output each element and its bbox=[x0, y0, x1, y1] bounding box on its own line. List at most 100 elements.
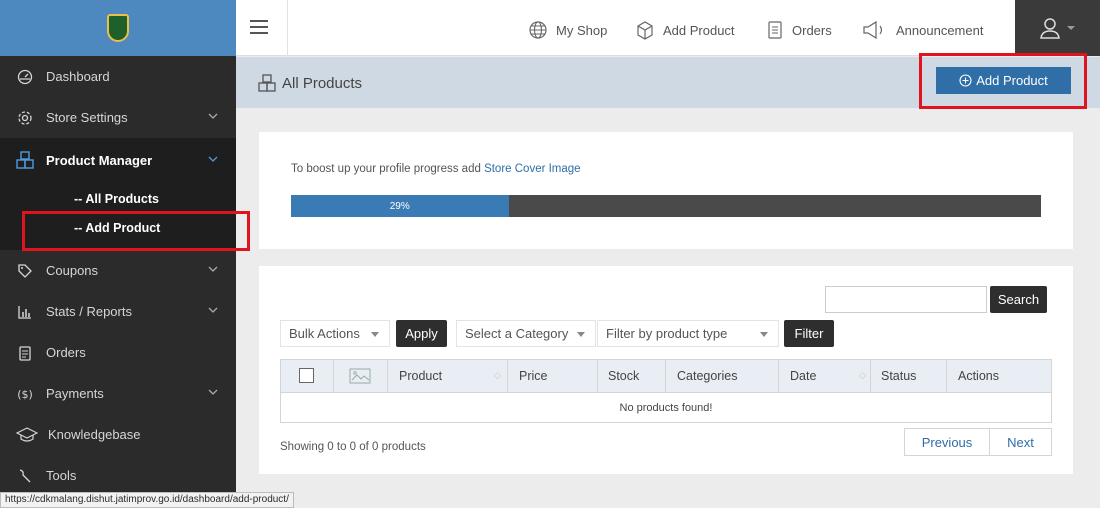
column-header-status: Status bbox=[881, 369, 917, 383]
chart-icon bbox=[16, 303, 34, 321]
top-link-label: My Shop bbox=[556, 22, 608, 38]
product-type-value: Filter by product type bbox=[606, 326, 728, 341]
top-link-add-product[interactable]: Add Product bbox=[635, 20, 735, 40]
table-header: Product ◇ Price Stock Categories Date ◇ … bbox=[281, 360, 1051, 392]
search-input[interactable] bbox=[825, 286, 987, 313]
menu-toggle-icon[interactable] bbox=[250, 20, 268, 34]
bulk-actions-value: Bulk Actions bbox=[289, 326, 360, 341]
highlight-box-sidebar bbox=[22, 211, 250, 251]
column-header-categories: Categories bbox=[677, 369, 738, 383]
box-icon bbox=[637, 21, 653, 40]
sidebar-item-label: Store Settings bbox=[46, 110, 128, 125]
next-button[interactable]: Next bbox=[989, 428, 1052, 456]
sidebar: Dashboard Store Settings Product Manager… bbox=[0, 0, 236, 508]
sidebar-item-dashboard[interactable]: Dashboard bbox=[0, 56, 236, 97]
user-icon bbox=[1040, 18, 1060, 39]
sidebar-item-label: Knowledgebase bbox=[48, 427, 141, 442]
filter-button[interactable]: Filter bbox=[784, 320, 834, 347]
product-type-select[interactable]: Filter by product type bbox=[597, 320, 779, 347]
select-all-checkbox[interactable] bbox=[299, 368, 314, 383]
column-header-product[interactable]: Product bbox=[399, 369, 442, 383]
progress-percent: 29% bbox=[389, 200, 410, 212]
chevron-down-icon bbox=[208, 156, 218, 162]
sidebar-item-label: Tools bbox=[46, 468, 77, 483]
top-link-orders[interactable]: Orders bbox=[766, 20, 832, 40]
profile-progress-bar: 29% bbox=[291, 195, 1041, 217]
divider bbox=[870, 360, 871, 392]
sidebar-item-product-manager[interactable]: Product Manager bbox=[0, 138, 236, 182]
svg-text:($): ($) bbox=[17, 388, 33, 401]
top-link-my-shop[interactable]: My Shop bbox=[528, 20, 607, 40]
sidebar-item-label: Dashboard bbox=[46, 69, 110, 84]
image-icon bbox=[349, 368, 371, 384]
products-panel: Search Bulk Actions Apply Select a Categ… bbox=[259, 266, 1073, 474]
chevron-down-icon bbox=[208, 113, 218, 119]
gear-icon bbox=[16, 109, 34, 127]
wrench-icon bbox=[16, 467, 34, 485]
logo-icon bbox=[107, 14, 129, 42]
bulk-actions-select[interactable]: Bulk Actions bbox=[280, 320, 390, 347]
sidebar-item-knowledgebase[interactable]: Knowledgebase bbox=[0, 414, 236, 455]
sidebar-item-label: Product Manager bbox=[46, 152, 153, 168]
top-link-label: Announcement bbox=[896, 22, 984, 38]
highlight-box-add-button bbox=[919, 53, 1087, 109]
pagination-info: Showing 0 to 0 of 0 products bbox=[280, 441, 426, 453]
empty-table-message: No products found! bbox=[281, 392, 1051, 422]
category-select[interactable]: Select a Category bbox=[456, 320, 596, 347]
apply-button[interactable]: Apply bbox=[396, 320, 447, 347]
chevron-down-icon bbox=[208, 389, 218, 395]
search-button[interactable]: Search bbox=[990, 286, 1047, 313]
category-value: Select a Category bbox=[465, 326, 569, 341]
graduation-icon bbox=[16, 426, 38, 444]
caret-down-icon bbox=[1067, 26, 1075, 30]
sort-icon: ◇ bbox=[859, 370, 866, 380]
dashboard-icon bbox=[16, 68, 34, 86]
top-link-label: Add Product bbox=[663, 22, 735, 38]
sidebar-item-label: Stats / Reports bbox=[46, 304, 132, 319]
divider bbox=[387, 360, 388, 392]
progress-message-text: To boost up your profile progress add bbox=[291, 163, 485, 175]
divider bbox=[333, 360, 334, 392]
user-menu[interactable] bbox=[1015, 0, 1100, 56]
sort-icon: ◇ bbox=[494, 370, 501, 380]
sidebar-item-label: Payments bbox=[46, 386, 104, 401]
globe-icon bbox=[529, 21, 547, 39]
product-icon bbox=[16, 151, 34, 169]
sidebar-item-orders[interactable]: Orders bbox=[0, 332, 236, 373]
divider bbox=[287, 0, 288, 56]
page-title: All Products bbox=[258, 74, 362, 92]
sidebar-item-payments[interactable]: ($) Payments bbox=[0, 373, 236, 414]
tag-icon bbox=[16, 262, 34, 280]
sidebar-item-stats-reports[interactable]: Stats / Reports bbox=[0, 291, 236, 332]
previous-button[interactable]: Previous bbox=[904, 428, 990, 456]
top-link-label: Orders bbox=[792, 22, 832, 38]
dollar-icon: ($) bbox=[16, 385, 34, 403]
caret-down-icon bbox=[760, 332, 768, 337]
sidebar-item-coupons[interactable]: Coupons bbox=[0, 250, 236, 291]
progress-message: To boost up your profile progress add St… bbox=[291, 163, 581, 175]
divider bbox=[665, 360, 666, 392]
clipboard-icon bbox=[16, 344, 34, 362]
progress-panel: To boost up your profile progress add St… bbox=[259, 132, 1073, 249]
divider bbox=[597, 360, 598, 392]
page-title-text: All Products bbox=[282, 74, 363, 92]
progress-fill: 29% bbox=[291, 195, 509, 217]
sidebar-item-tools[interactable]: Tools bbox=[0, 455, 236, 496]
status-bar-url: https://cdkmalang.dishut.jatimprov.go.id… bbox=[0, 492, 294, 508]
divider bbox=[778, 360, 779, 392]
column-header-actions: Actions bbox=[958, 369, 999, 383]
megaphone-icon bbox=[863, 20, 883, 40]
column-header-date[interactable]: Date bbox=[790, 369, 816, 383]
product-icon bbox=[258, 74, 276, 92]
logo-box[interactable] bbox=[0, 0, 236, 56]
store-cover-image-link[interactable]: Store Cover Image bbox=[484, 163, 581, 175]
column-header-price[interactable]: Price bbox=[519, 369, 547, 383]
caret-down-icon bbox=[371, 332, 379, 337]
sidebar-item-label: Orders bbox=[46, 345, 86, 360]
sidebar-item-store-settings[interactable]: Store Settings bbox=[0, 97, 236, 138]
column-header-stock: Stock bbox=[608, 369, 640, 383]
top-link-announcement[interactable]: Announcement bbox=[862, 20, 983, 40]
products-table: Product ◇ Price Stock Categories Date ◇ … bbox=[280, 359, 1052, 423]
submenu-all-products[interactable]: -- All Products bbox=[0, 184, 236, 213]
chevron-down-icon bbox=[208, 307, 218, 313]
